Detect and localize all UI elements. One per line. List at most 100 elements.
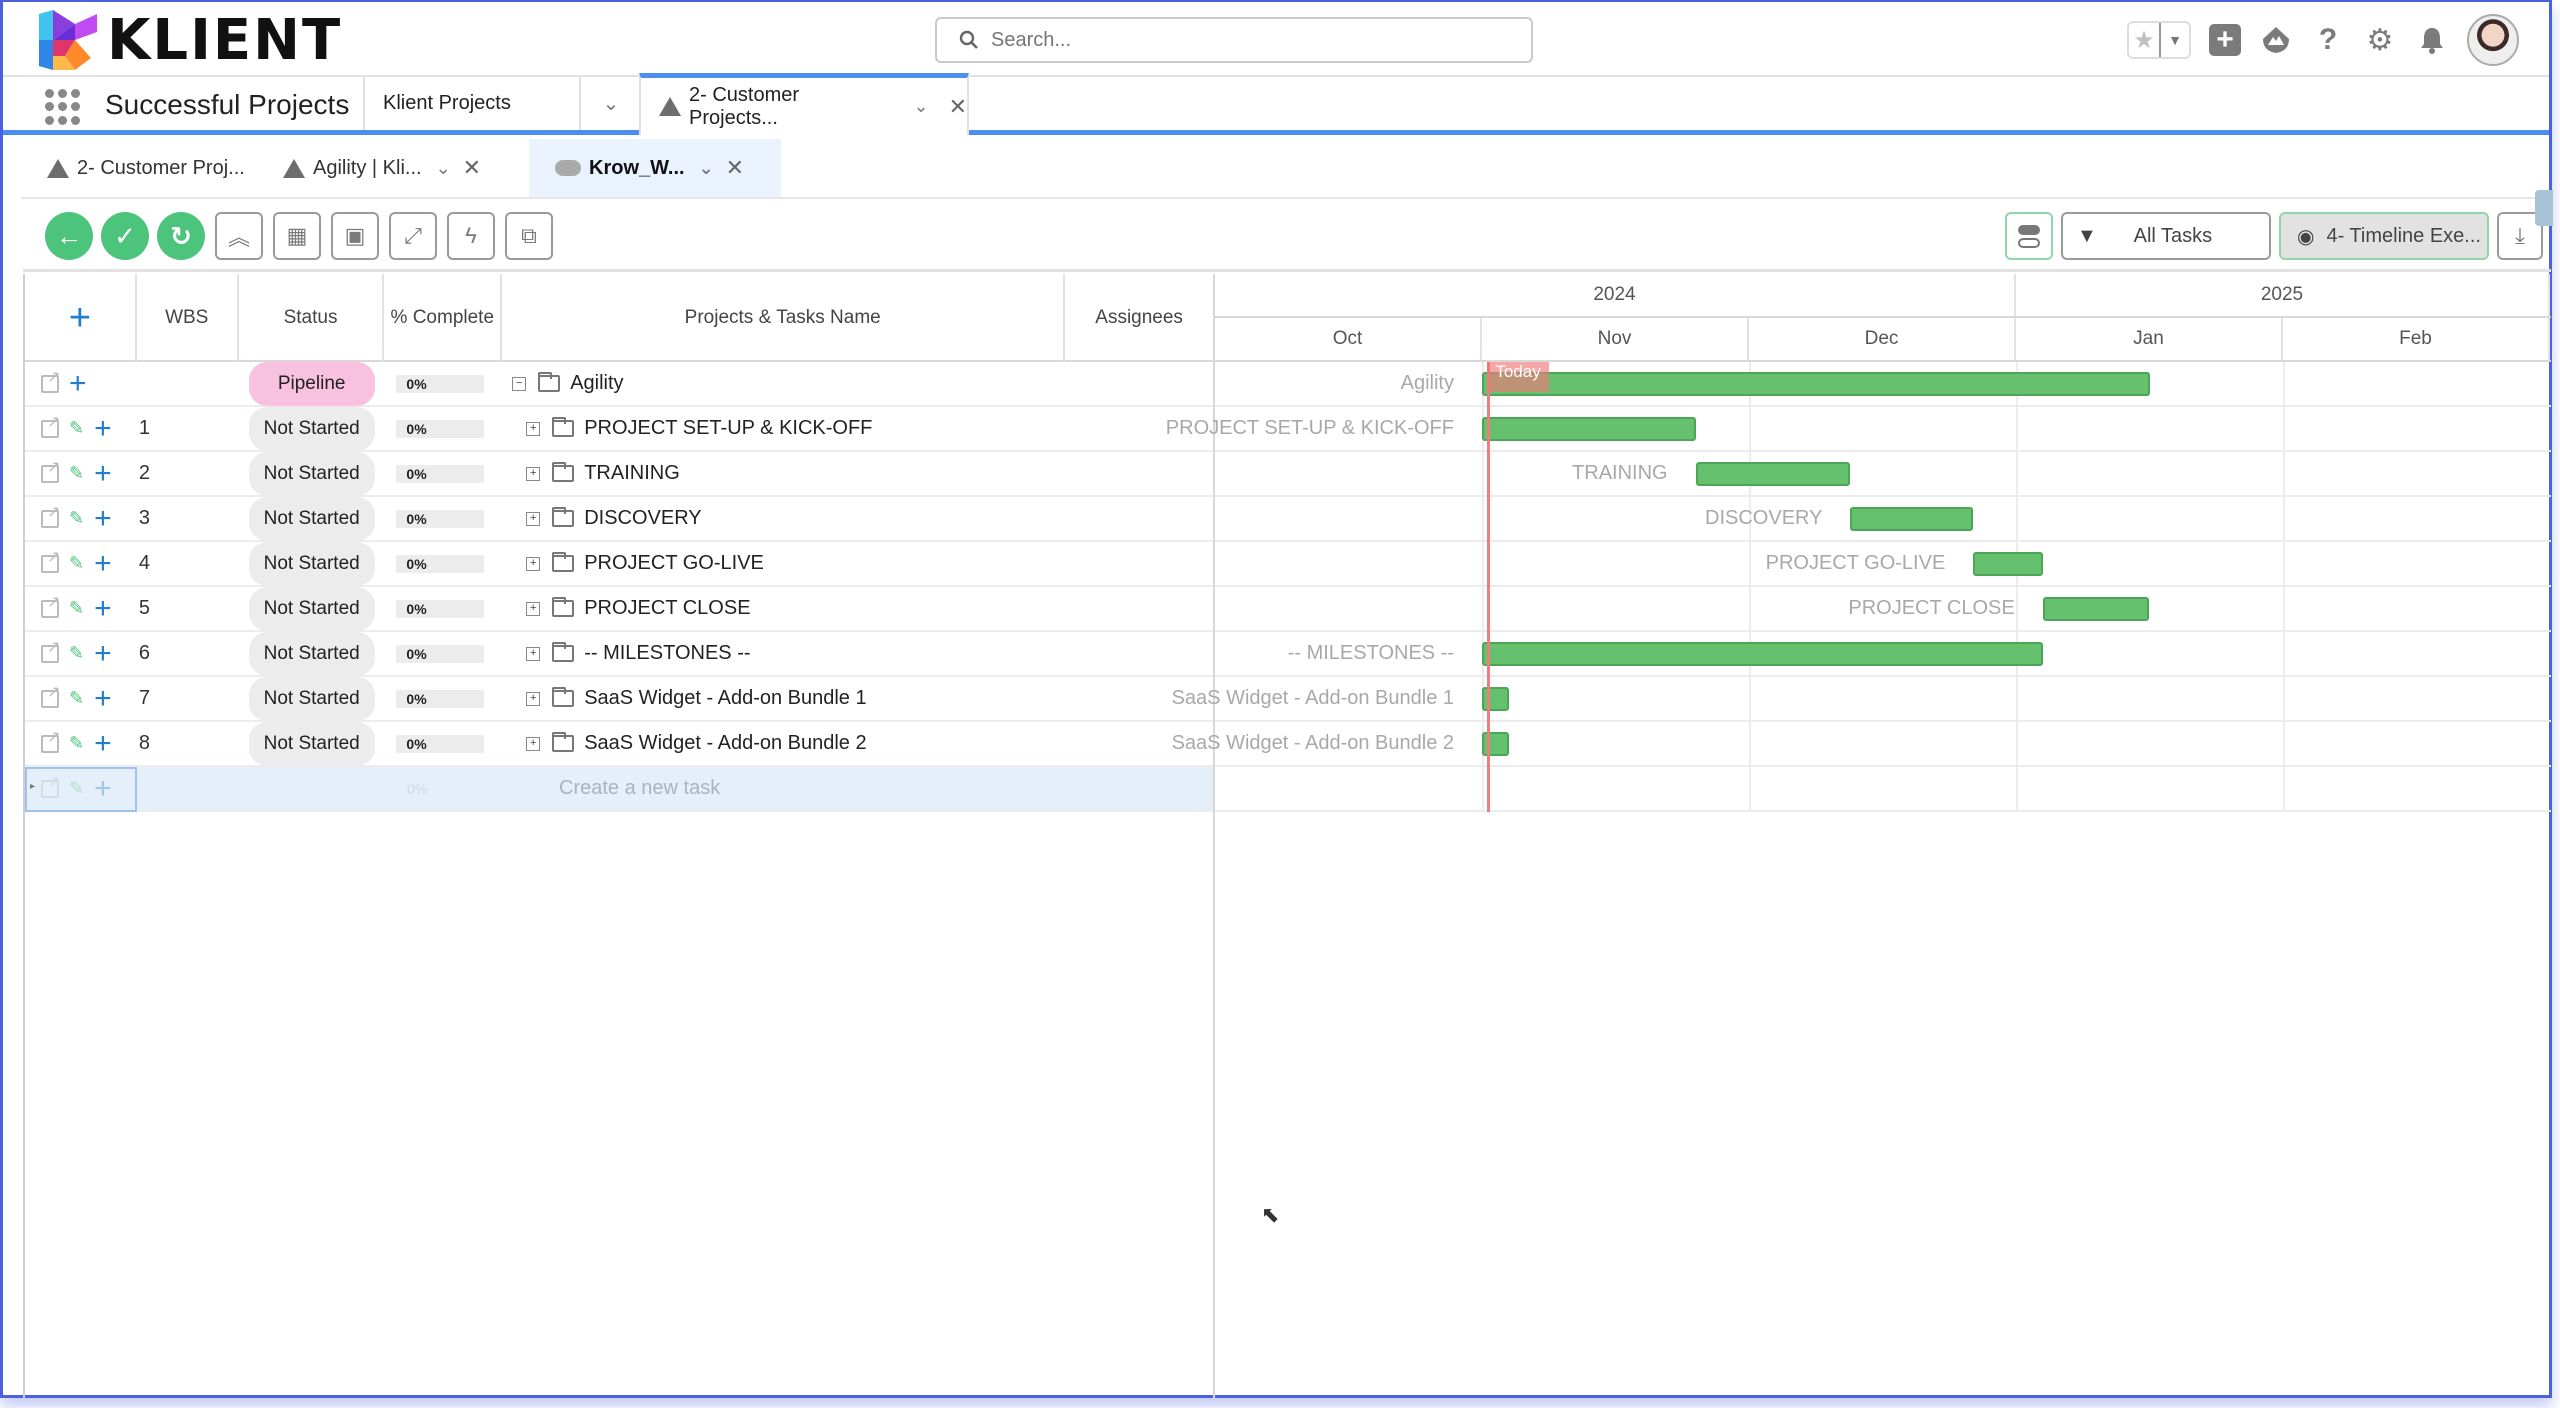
presentation-button[interactable]: ▣ [331, 212, 379, 260]
fullscreen-button[interactable]: ⤢ [389, 212, 437, 260]
edit-pencil-icon[interactable]: ✎ [69, 643, 84, 664]
add-subtask-icon[interactable]: + [94, 413, 112, 444]
add-subtask-icon[interactable]: + [94, 728, 112, 759]
status-badge[interactable]: Not Started [248, 721, 375, 766]
table-row[interactable]: + Pipeline 0% − Agility [25, 361, 1213, 407]
gantt-bar[interactable] [1850, 507, 1974, 531]
column-header-wbs[interactable]: WBS [137, 274, 239, 362]
table-row[interactable]: ✎ + 8 Not Started 0% + SaaS Widget - Add… [25, 721, 1213, 767]
open-record-icon[interactable] [41, 592, 60, 618]
nav-tab-customer-projects[interactable]: 2- Customer Projects... ⌄ ✕ [639, 73, 969, 135]
status-badge[interactable]: Not Started [248, 631, 375, 676]
status-badge[interactable]: Not Started [248, 676, 375, 721]
open-external-button[interactable]: ⧉ [505, 212, 553, 260]
expand-icon[interactable]: + [526, 466, 541, 481]
toggle-settings-button[interactable] [2005, 212, 2053, 260]
setup-gear-icon[interactable]: ⚙ [2363, 23, 2397, 57]
task-name-cell[interactable]: + TRAINING [502, 462, 1065, 485]
table-row[interactable]: ✎ + 5 Not Started 0% + PROJECT CLOSE [25, 586, 1213, 632]
pct-complete-cell[interactable]: 0% [384, 509, 502, 528]
global-search[interactable] [935, 17, 1533, 63]
add-subtask-icon[interactable]: + [94, 683, 112, 714]
add-subtask-icon[interactable]: + [94, 638, 112, 669]
table-row[interactable]: ✎ + 4 Not Started 0% + PROJECT GO-LIVE [25, 541, 1213, 587]
save-button[interactable]: ✓ [101, 212, 149, 260]
table-row[interactable]: ✎ + 2 Not Started 0% + TRAINING [25, 451, 1213, 497]
view-selector-button[interactable]: ◉ 4- Timeline Exe... [2279, 212, 2489, 260]
close-tab-icon[interactable]: ✕ [949, 94, 967, 120]
add-subtask-icon[interactable]: + [94, 548, 112, 579]
edit-pencil-icon[interactable]: ✎ [69, 553, 84, 574]
status-cell[interactable]: Not Started [239, 676, 385, 721]
open-record-icon[interactable] [41, 547, 60, 573]
task-name-cell[interactable]: + PROJECT CLOSE [502, 597, 1065, 620]
status-badge[interactable]: Not Started [248, 496, 375, 541]
edit-pencil-icon[interactable]: ✎ [69, 733, 84, 754]
status-cell[interactable]: Not Started [239, 496, 385, 541]
notifications-bell-icon[interactable] [2415, 23, 2449, 57]
chevron-down-icon[interactable]: ⌄ [699, 158, 714, 179]
collapse-icon[interactable]: − [512, 376, 527, 391]
subtab-agility[interactable]: Agility | Kli... ⌄ ✕ [257, 139, 529, 197]
app-launcher-icon[interactable] [45, 89, 81, 125]
task-name-cell[interactable]: + SaaS Widget - Add-on Bundle 2 [502, 732, 1065, 755]
expand-icon[interactable]: + [526, 511, 541, 526]
pct-complete-cell[interactable]: 0% [384, 689, 502, 708]
expand-icon[interactable]: + [526, 736, 541, 751]
calendar-button[interactable]: ▦ [273, 212, 321, 260]
table-row[interactable]: ✎ + 7 Not Started 0% + SaaS Widget - Add… [25, 676, 1213, 722]
pct-complete-cell[interactable]: 0% [384, 644, 502, 663]
nav-dropdown-chevron-icon[interactable]: ⌄ [579, 77, 641, 130]
gantt-bar[interactable] [1973, 552, 2043, 576]
status-cell[interactable]: Not Started [239, 721, 385, 766]
collapse-all-button[interactable]: ︽ [215, 212, 263, 260]
edit-pencil-icon[interactable]: ✎ [69, 688, 84, 709]
pct-complete-cell[interactable]: 0% [384, 734, 502, 753]
add-subtask-icon[interactable]: + [94, 503, 112, 534]
gantt-bar[interactable] [1482, 372, 2150, 396]
expand-icon[interactable]: + [526, 556, 541, 571]
back-button[interactable]: ← [45, 212, 93, 260]
chevron-down-icon[interactable]: ⌄ [913, 96, 928, 117]
open-record-icon[interactable] [41, 682, 60, 708]
expand-icon[interactable]: + [526, 691, 541, 706]
status-badge[interactable]: Pipeline [248, 361, 375, 406]
user-avatar[interactable] [2467, 14, 2519, 66]
task-name-cell[interactable]: + DISCOVERY [502, 507, 1065, 530]
edit-pencil-icon[interactable]: ✎ [69, 463, 84, 484]
status-cell[interactable]: Not Started [239, 586, 385, 631]
expand-icon[interactable]: + [526, 646, 541, 661]
search-input[interactable] [991, 28, 1491, 52]
favorites-dropdown-icon[interactable]: ▼ [2159, 23, 2189, 57]
add-subtask-icon[interactable]: + [94, 458, 112, 489]
edit-pencil-icon[interactable]: ✎ [69, 418, 84, 439]
close-tab-icon[interactable]: ✕ [726, 155, 744, 181]
table-row[interactable]: ✎ + 3 Not Started 0% + DISCOVERY [25, 496, 1213, 542]
klient-logo[interactable]: KLIENT [35, 8, 342, 73]
refresh-button[interactable]: ↻ [157, 212, 205, 260]
create-task-input[interactable]: Create a new task [503, 777, 1067, 800]
add-subtask-icon[interactable]: + [94, 593, 112, 624]
gantt-bar[interactable] [1482, 732, 1509, 756]
pct-complete-cell[interactable]: 0% [384, 599, 502, 618]
open-record-icon[interactable] [41, 502, 60, 528]
open-record-icon[interactable] [41, 727, 60, 753]
task-name-cell[interactable]: + SaaS Widget - Add-on Bundle 1 [502, 687, 1065, 710]
open-record-icon[interactable] [41, 637, 60, 663]
column-header-name[interactable]: Projects & Tasks Name [502, 274, 1066, 362]
column-header-pct-complete[interactable]: % Complete [384, 274, 503, 362]
help-icon[interactable]: ? [2311, 23, 2345, 57]
edit-pencil-icon[interactable]: ✎ [69, 598, 84, 619]
column-header-assignees[interactable]: Assignees [1065, 274, 1213, 362]
expand-icon[interactable]: + [526, 601, 541, 616]
favorites-control[interactable]: ★ ▼ [2127, 21, 2191, 59]
status-badge[interactable]: Not Started [248, 541, 375, 586]
gantt-bar[interactable] [1482, 642, 2043, 666]
expand-icon[interactable]: + [526, 421, 541, 436]
open-record-icon[interactable] [41, 457, 60, 483]
gantt-bar[interactable] [2042, 597, 2150, 621]
subtab-customer-projects[interactable]: 2- Customer Proj... [21, 139, 257, 197]
nav-item-klient-projects[interactable]: Klient Projects [363, 77, 579, 130]
status-badge[interactable]: Not Started [248, 451, 375, 496]
table-row[interactable]: ✎ + 6 Not Started 0% + -- MILESTONES -- [25, 631, 1213, 677]
